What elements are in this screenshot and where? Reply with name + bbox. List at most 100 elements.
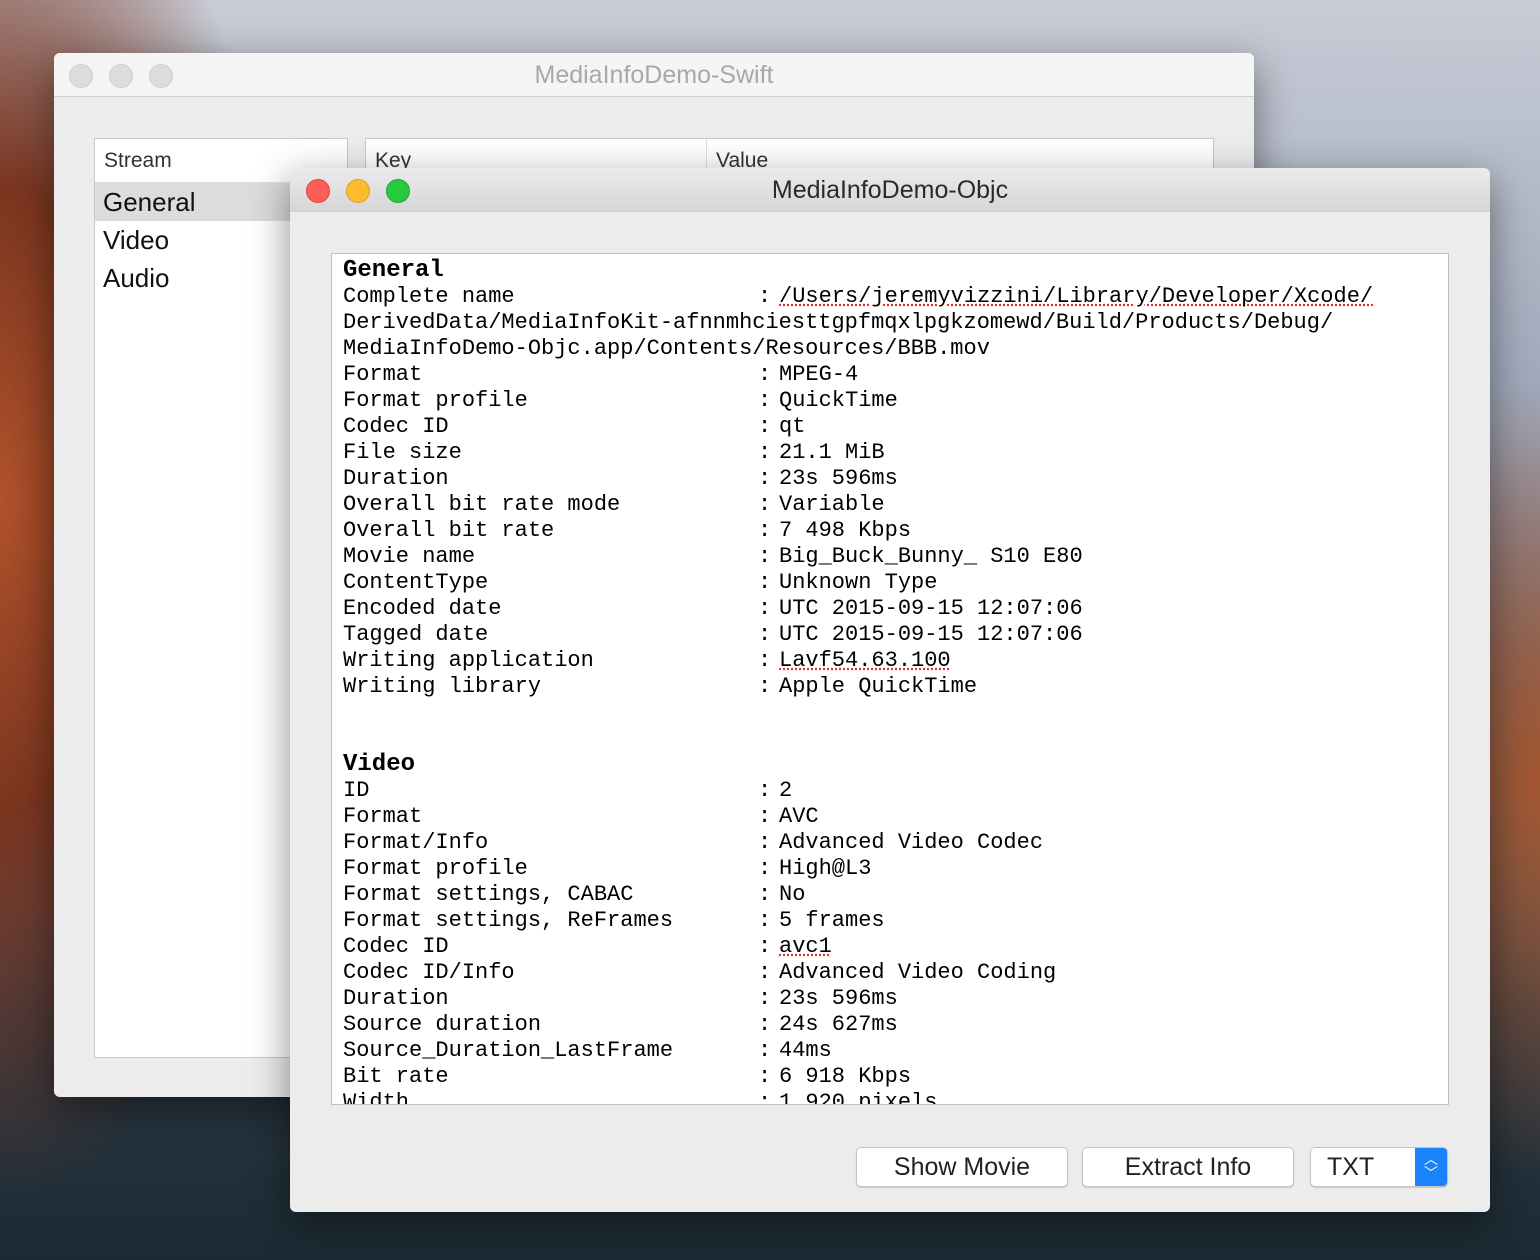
colon: : [758,284,772,309]
info-row: Encoded date: UTC 2015-09-15 12:07:06 [343,596,1448,622]
info-row: Duration:23s 596ms [343,986,1448,1012]
objc-titlebar[interactable]: MediaInfoDemo-Objc [290,168,1490,212]
info-row: Codec ID: qt [343,414,1448,440]
info-value: Advanced Video Coding [779,960,1057,985]
info-key: Format [343,804,423,829]
info-value: 7 498 Kbps [779,518,912,543]
colon: : [758,934,772,959]
info-key: Codec ID [343,414,449,439]
info-value: Unknown Type [779,570,938,595]
info-row: Codec ID: avc1 [343,934,1448,960]
objc-window: MediaInfoDemo-Objc General Complete name:… [290,168,1490,1212]
colon: : [758,908,772,933]
info-row: Bit rate:6 918 Kbps [343,1064,1448,1090]
info-key: Movie name [343,544,476,569]
format-select-value: TXT [1327,1153,1375,1181]
info-value: 23s 596ms [779,466,898,491]
extract-info-button[interactable]: Extract Info [1082,1147,1294,1187]
info-row: Codec ID/Info: Advanced Video Coding [343,960,1448,986]
info-value: 24s 627ms [779,1012,898,1037]
colon: : [758,622,772,647]
colon: : [758,882,772,907]
show-movie-button[interactable]: Show Movie [856,1147,1068,1187]
info-row: Format: AVC [343,804,1448,830]
colon: : [758,440,772,465]
info-row: Format profile: QuickTime [343,388,1448,414]
info-row: Format settings, ReFrames:5 frames [343,908,1448,934]
colon: : [758,778,772,803]
info-row: Overall bit rate mode: Variable [343,492,1448,518]
colon: : [758,986,772,1011]
swift-titlebar[interactable]: MediaInfoDemo-Swift [54,53,1254,97]
info-value: High@L3 [779,856,872,881]
media-info-text-view[interactable]: General Complete name: /Users/jeremyvizzin… [331,253,1449,1105]
close-button[interactable] [306,179,330,203]
info-value: 23s 596ms [779,986,898,1011]
colon: : [758,674,772,699]
info-row: Format/Info: Advanced Video Codec [343,830,1448,856]
colon: : [758,830,772,855]
info-value: /Users/jeremyvizzini/Library/Developer/X… [779,284,1374,309]
info-key: Overall bit rate mode [343,492,621,517]
info-row: Width:1 920 pixels [343,1090,1448,1105]
info-key: ContentType [343,570,489,595]
info-value: UTC 2015-09-15 12:07:06 [779,622,1083,647]
info-key: Codec ID [343,934,449,959]
colon: : [758,466,772,491]
colon: : [758,570,772,595]
info-key: Overall bit rate [343,518,555,543]
colon: : [758,1038,772,1063]
info-key: Source duration [343,1012,542,1037]
section-title: General [343,257,444,284]
info-key: Encoded date [343,596,502,621]
info-key: Tagged date [343,622,489,647]
colon: : [758,648,772,673]
info-row: Source duration:24s 627ms [343,1012,1448,1038]
info-value: 6 918 Kbps [779,1064,912,1089]
colon: : [758,388,772,413]
info-row: ID:2 [343,778,1448,804]
info-row: Format settings, CABAC: No [343,882,1448,908]
info-value: Lavf54.63.100 [779,648,951,673]
info-key: Complete name [343,284,515,309]
info-row: Movie name: Big_Buck_Bunny_ S10 E80 [343,544,1448,570]
info-key: Width [343,1090,410,1105]
section-title: Video [343,751,416,778]
info-row: Overall bit rate:7 498 Kbps [343,518,1448,544]
info-key: Format [343,362,423,387]
info-value: MPEG-4 [779,362,859,387]
info-key: Duration [343,986,449,1011]
info-key: Format settings, ReFrames [343,908,674,933]
info-value: 21.1 MiB [779,440,885,465]
info-row: Complete name: /Users/jeremyvizzini/Libra… [343,284,1448,310]
close-button[interactable] [69,64,93,88]
format-select[interactable]: TXT ︿ ﹀ [1310,1147,1448,1187]
zoom-button[interactable] [386,179,410,203]
colon: : [758,1090,772,1105]
info-value: qt [779,414,806,439]
info-key: ID [343,778,370,803]
info-value: Apple QuickTime [779,674,978,699]
colon: : [758,1064,772,1089]
zoom-button[interactable] [149,64,173,88]
minimize-button[interactable] [109,64,133,88]
info-key: Codec ID/Info [343,960,515,985]
info-key: Format profile [343,856,528,881]
info-key: Source_Duration_LastFrame [343,1038,674,1063]
info-row: Format: MPEG-4 [343,362,1448,388]
minimize-button[interactable] [346,179,370,203]
info-value: QuickTime [779,388,898,413]
info-key: Format/Info [343,830,489,855]
info-row: Duration:23s 596ms [343,466,1448,492]
info-row: Source_Duration_LastFrame:44ms [343,1038,1448,1064]
info-value: Variable [779,492,885,517]
chevron-up-down-icon: ︿ ﹀ [1415,1148,1447,1186]
info-value: Big_Buck_Bunny_ S10 E80 [779,544,1083,569]
info-key: Format profile [343,388,528,413]
colon: : [758,804,772,829]
info-row: Format profile: High@L3 [343,856,1448,882]
info-value: No [779,882,806,907]
colon: : [758,362,772,387]
